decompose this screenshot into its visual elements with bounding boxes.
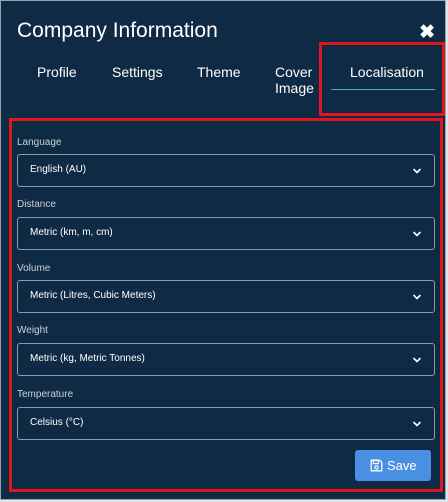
language-select[interactable]: English (AU): [17, 154, 435, 187]
chevron-down-icon: [413, 231, 421, 237]
chevron-down-icon: [413, 168, 421, 174]
language-label: Language: [17, 137, 62, 148]
localisation-tab-highlight: [319, 42, 445, 116]
floppy-disk-icon: [370, 459, 383, 472]
language-value: English (AU): [30, 164, 87, 175]
chevron-down-icon: [413, 421, 421, 427]
volume-value: Metric (Litres, Cubic Meters): [30, 290, 156, 301]
weight-select[interactable]: Metric (kg, Metric Tonnes): [17, 343, 435, 376]
tab-cover-image[interactable]: Cover Image: [275, 64, 314, 96]
tab-profile[interactable]: Profile: [37, 64, 77, 80]
distance-select[interactable]: Metric (km, m, cm): [17, 217, 435, 250]
distance-label: Distance: [17, 199, 56, 210]
weight-label: Weight: [17, 325, 48, 336]
chevron-down-icon: [413, 357, 421, 363]
volume-select[interactable]: Metric (Litres, Cubic Meters): [17, 280, 435, 313]
save-label: Save: [387, 458, 417, 473]
volume-label: Volume: [17, 263, 51, 274]
tab-theme[interactable]: Theme: [197, 64, 241, 80]
temperature-label: Temperature: [17, 389, 74, 400]
tab-cover-image-line1: Cover: [275, 64, 313, 80]
tab-cover-image-line2: Image: [275, 80, 314, 96]
temperature-select[interactable]: Celsius (°C): [17, 407, 435, 440]
close-icon[interactable]: ✖: [419, 21, 435, 44]
tab-settings[interactable]: Settings: [112, 64, 163, 80]
distance-value: Metric (km, m, cm): [30, 227, 113, 238]
company-information-dialog: Company Information ✖ Profile Settings T…: [0, 0, 446, 500]
save-button[interactable]: Save: [355, 450, 431, 481]
temperature-value: Celsius (°C): [30, 417, 84, 428]
chevron-down-icon: [413, 294, 421, 300]
weight-value: Metric (kg, Metric Tonnes): [30, 353, 145, 364]
dialog-title: Company Information: [17, 19, 218, 42]
